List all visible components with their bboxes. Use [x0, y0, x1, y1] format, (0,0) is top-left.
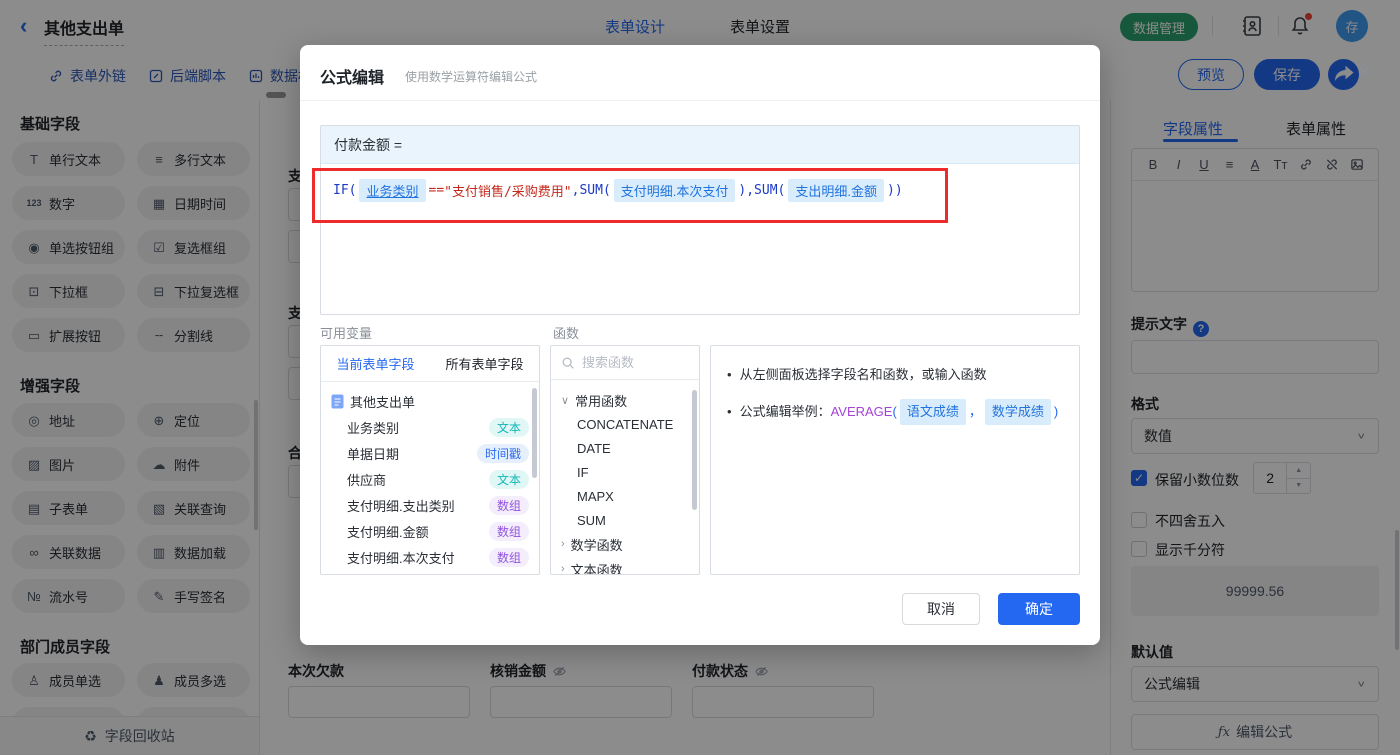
variable-name: 业务类别 [347, 420, 400, 436]
variable-item[interactable]: 支付明细.金额 数组 [321, 518, 539, 544]
functions-panel: ∨ 常用函数 CONCATENATE DATE IF MAPX SUM › 数学函数… [550, 345, 700, 575]
variable-name: 单据日期 [347, 446, 400, 462]
tab-all-form-fields[interactable]: 所有表单字段 [430, 346, 539, 381]
group-label: 文本函数 [570, 562, 623, 575]
form-doc-icon [331, 394, 344, 408]
variable-item[interactable]: 业务类别 文本 [321, 414, 539, 440]
variable-item[interactable]: 供应商 文本 [321, 466, 539, 492]
example-paren: ) [1053, 404, 1059, 419]
functions-label: 函数 [553, 326, 580, 341]
help-text: 公式编辑举例： [739, 404, 831, 419]
help-example-line: • 公式编辑举例： AVERAGE ( 语文成绩 ， 数学成绩 ) [727, 399, 1063, 425]
example-field-chip: 数学成绩 [984, 399, 1051, 425]
type-badge: 文本 [488, 417, 529, 437]
variables-tabs: 当前表单字段 所有表单字段 [321, 346, 539, 382]
variables-panel: 当前表单字段 所有表单字段 其他支出单 业务类别 文本 单据日期 时间戳 供应商 文本… [320, 345, 540, 575]
cancel-button[interactable]: 取消 [902, 593, 980, 625]
type-badge: 数组 [488, 495, 529, 515]
function-group-text[interactable]: › 文本函数 [551, 557, 699, 575]
function-name: MAPX [577, 488, 614, 504]
search-icon [562, 357, 574, 369]
function-item[interactable]: DATE [551, 436, 699, 460]
function-group-math[interactable]: › 数学函数 [551, 532, 699, 556]
function-search[interactable] [551, 346, 699, 380]
help-text: 从左侧面板选择字段名和函数，或输入函数 [739, 367, 987, 382]
variable-name: 支付明细.支出类别 [347, 498, 455, 514]
functions-scrollbar[interactable] [692, 390, 697, 510]
example-paren: ( [892, 404, 897, 419]
function-name: CONCATENATE [577, 416, 674, 432]
function-item[interactable]: SUM [551, 508, 699, 532]
variables-scrollbar[interactable] [532, 388, 537, 478]
type-badge: 文本 [488, 469, 529, 489]
function-name: DATE [577, 440, 611, 456]
modal-title: 公式编辑 [320, 70, 385, 87]
chevron-down-icon: ∨ [561, 394, 570, 407]
close-icon[interactable]: × [1358, 61, 1371, 83]
variable-name: 支付明细.金额 [347, 524, 429, 540]
chevron-right-icon: › [561, 538, 565, 550]
group-label: 数学函数 [570, 537, 623, 553]
help-line: • 从左侧面板选择字段名和函数，或输入函数 [727, 364, 1063, 386]
modal-subtitle: 使用数学运算符编辑公式 [405, 70, 538, 84]
variable-root-item[interactable]: 其他支出单 [321, 388, 539, 414]
formula-target-field: 付款金额 = [321, 126, 1079, 164]
variable-item[interactable]: 支付明细.本次支付 数组 [321, 544, 539, 570]
example-separator: ， [968, 404, 982, 419]
type-badge: 时间戳 [476, 443, 529, 463]
variable-name: 其他支出单 [350, 394, 416, 410]
function-name: IF [577, 464, 589, 480]
type-badge: 数组 [488, 547, 529, 567]
function-item[interactable]: CONCATENATE [551, 412, 699, 436]
group-label: 常用函数 [575, 393, 628, 409]
function-search-input[interactable] [582, 355, 682, 370]
variable-item[interactable]: 支付明细.支出类别 数组 [321, 492, 539, 518]
confirm-button[interactable]: 确定 [998, 593, 1080, 625]
type-badge: 数组 [488, 521, 529, 541]
function-name: SUM [577, 512, 606, 528]
formula-help-panel: • 从左侧面板选择字段名和函数，或输入函数 • 公式编辑举例： AVERAGE (… [710, 345, 1080, 575]
example-field-chip: 语文成绩 [899, 399, 966, 425]
function-item[interactable]: IF [551, 460, 699, 484]
variable-name: 支付明细.本次支付 [347, 550, 455, 566]
tab-current-form-fields[interactable]: 当前表单字段 [321, 346, 430, 381]
variable-item[interactable]: 单据日期 时间戳 [321, 440, 539, 466]
chevron-right-icon: › [561, 563, 565, 575]
variable-name: 供应商 [347, 472, 387, 488]
function-group-common[interactable]: ∨ 常用函数 [551, 388, 699, 412]
variables-label: 可用变量 [320, 326, 373, 341]
function-item[interactable]: MAPX [551, 484, 699, 508]
divider [300, 100, 1100, 101]
formula-edit-modal: 公式编辑 使用数学运算符编辑公式 × 付款金额 = IF( 业务类别 == "支… [300, 45, 1371, 645]
annotation-highlight-box [312, 168, 948, 223]
example-function-name: AVERAGE [830, 404, 893, 419]
